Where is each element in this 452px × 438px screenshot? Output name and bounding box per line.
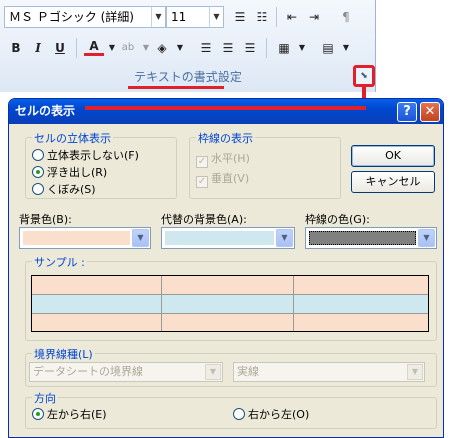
checkbox-label: 水平(H) bbox=[211, 152, 250, 165]
dialog-title: セルの表示 bbox=[15, 104, 76, 118]
border-style-legend: 境界線種(L) bbox=[32, 346, 95, 362]
font-name-combo[interactable]: ＭＳ Ｐゴシック (詳細) ▼ bbox=[4, 6, 166, 28]
separator bbox=[276, 7, 277, 27]
radio-circle-icon[interactable] bbox=[32, 408, 44, 420]
checkbox-label: 垂直(V) bbox=[211, 172, 250, 185]
radio-circle-icon[interactable] bbox=[32, 149, 44, 161]
chevron-down-icon[interactable]: ▼ bbox=[209, 7, 223, 27]
bullet-list-icon[interactable]: ☰ bbox=[230, 7, 250, 27]
numbered-list-icon[interactable]: ☷ bbox=[252, 7, 272, 27]
radio-left-to-right[interactable]: 左から右(E) bbox=[32, 408, 107, 422]
sample-cell bbox=[162, 276, 294, 295]
gridline-color-picker[interactable]: ▼ bbox=[305, 227, 437, 249]
increase-indent-icon[interactable]: ⇥ bbox=[304, 7, 324, 27]
alt-background-color-label: 代替の背景色(A): bbox=[161, 213, 247, 226]
radio-circle-icon[interactable] bbox=[32, 183, 44, 195]
color-swatch bbox=[165, 231, 274, 245]
paragraph-direction-icon[interactable]: ¶ bbox=[336, 7, 356, 27]
close-button[interactable]: ✕ bbox=[420, 102, 440, 122]
separator bbox=[76, 38, 77, 58]
align-right-icon[interactable]: ☰ bbox=[240, 38, 260, 58]
gridlines-group: 枠線の表示 ✓ 水平(H) ✓ 垂直(V) bbox=[189, 130, 341, 199]
checkbox-horizontal[interactable]: ✓ 水平(H) bbox=[196, 152, 250, 168]
underline-button[interactable]: U bbox=[50, 38, 70, 58]
sample-cell bbox=[32, 314, 162, 331]
sample-cell bbox=[32, 276, 162, 295]
chevron-down-icon[interactable]: ▼ bbox=[276, 229, 293, 247]
group-label: テキストの書式設定 bbox=[134, 70, 242, 84]
align-center-icon[interactable]: ☰ bbox=[218, 38, 238, 58]
checkbox-icon[interactable]: ✓ bbox=[196, 156, 208, 168]
sample-cell bbox=[162, 295, 294, 314]
ribbon-text-formatting-group: ＭＳ Ｐゴシック (詳細) ▼ 11 ▼ ☰ ☷ ⇤ ⇥ ¶ B I U A ▼… bbox=[0, 0, 376, 92]
separator bbox=[266, 38, 267, 58]
sample-cell bbox=[294, 295, 428, 314]
font-size-value: 11 bbox=[171, 10, 187, 24]
chevron-down-icon[interactable]: ▼ bbox=[151, 7, 165, 27]
cell-display-dialog: セルの表示 ? ✕ セルの立体表示 立体表示しない(F) 浮き出し(R) くぼみ… bbox=[8, 98, 444, 438]
annotation-line bbox=[85, 106, 366, 110]
gridlines-legend: 枠線の表示 bbox=[196, 130, 255, 146]
radio-circle-icon[interactable] bbox=[233, 408, 245, 420]
chevron-down-icon[interactable]: ▼ bbox=[170, 38, 190, 58]
cancel-button[interactable]: キャンセル bbox=[351, 171, 435, 193]
bold-button[interactable]: B bbox=[6, 38, 26, 58]
chevron-down-icon[interactable]: ▼ bbox=[418, 229, 435, 247]
ok-button[interactable]: OK bbox=[351, 145, 435, 167]
dialog-titlebar[interactable]: セルの表示 bbox=[9, 99, 443, 124]
help-button[interactable]: ? bbox=[397, 102, 417, 122]
border-target-select[interactable]: データシートの境界線 ▼ bbox=[29, 362, 223, 382]
font-color-icon[interactable]: A bbox=[84, 38, 104, 56]
gridline-color-label: 枠線の色(G): bbox=[305, 213, 370, 226]
align-left-icon[interactable]: ☰ bbox=[196, 38, 216, 58]
line-style-select[interactable]: 実線 ▼ bbox=[233, 362, 425, 382]
font-name-value: ＭＳ Ｐゴシック (詳細) bbox=[9, 10, 134, 24]
radio-flat[interactable]: 立体表示しない(F) bbox=[32, 149, 139, 163]
sample-cell bbox=[32, 295, 162, 314]
radio-label: 立体表示しない(F) bbox=[47, 149, 139, 162]
radio-circle-icon[interactable] bbox=[32, 166, 44, 178]
cell-effect-group: セルの立体表示 立体表示しない(F) 浮き出し(R) くぼみ(S) bbox=[25, 130, 177, 199]
background-color-label: 背景色(B): bbox=[19, 213, 72, 226]
font-size-combo[interactable]: 11 ▼ bbox=[166, 6, 224, 28]
radio-sunken[interactable]: くぼみ(S) bbox=[32, 183, 96, 197]
radio-label: 左から右(E) bbox=[47, 408, 107, 421]
radio-right-to-left[interactable]: 右から左(O) bbox=[233, 408, 309, 422]
italic-button[interactable]: I bbox=[28, 38, 48, 58]
annotation-underline bbox=[128, 86, 224, 89]
dialog-launcher-button[interactable]: ⬊ bbox=[353, 65, 375, 87]
checkbox-icon[interactable]: ✓ bbox=[196, 176, 208, 188]
radio-label: 浮き出し(R) bbox=[47, 166, 108, 179]
background-area bbox=[377, 0, 452, 100]
color-swatch bbox=[23, 231, 130, 245]
sample-cell bbox=[162, 314, 294, 331]
chevron-down-icon[interactable]: ▼ bbox=[205, 364, 221, 380]
checkbox-vertical[interactable]: ✓ 垂直(V) bbox=[196, 172, 249, 188]
sample-cell bbox=[294, 314, 428, 331]
radio-label: 右から左(O) bbox=[248, 408, 310, 421]
sample-preview bbox=[31, 275, 429, 332]
sample-cell bbox=[294, 276, 428, 295]
highlight-icon[interactable]: ab bbox=[118, 38, 138, 58]
chevron-down-icon[interactable]: ▼ bbox=[336, 38, 356, 58]
direction-group: 方向 左から右(E) 右から左(O) bbox=[25, 390, 437, 429]
radio-raised[interactable]: 浮き出し(R) bbox=[32, 166, 107, 180]
direction-legend: 方向 bbox=[32, 390, 58, 406]
select-value: 実線 bbox=[237, 365, 259, 378]
sample-legend: サンプル : bbox=[32, 254, 87, 270]
chevron-down-icon[interactable]: ▼ bbox=[132, 229, 149, 247]
gridlines-icon[interactable]: ▦ bbox=[274, 38, 294, 58]
select-value: データシートの境界線 bbox=[33, 365, 143, 378]
radio-label: くぼみ(S) bbox=[47, 183, 96, 196]
background-color-picker[interactable]: ▼ bbox=[19, 227, 151, 249]
chevron-down-icon[interactable]: ▼ bbox=[407, 364, 423, 380]
decrease-indent-icon[interactable]: ⇤ bbox=[282, 7, 302, 27]
alternate-row-color-icon[interactable]: ▤ bbox=[318, 38, 338, 58]
chevron-down-icon[interactable]: ▼ bbox=[292, 38, 312, 58]
alt-background-color-picker[interactable]: ▼ bbox=[161, 227, 295, 249]
color-swatch bbox=[309, 231, 416, 245]
fill-color-icon[interactable]: ◈ bbox=[152, 38, 172, 58]
cell-effect-legend: セルの立体表示 bbox=[32, 130, 113, 146]
